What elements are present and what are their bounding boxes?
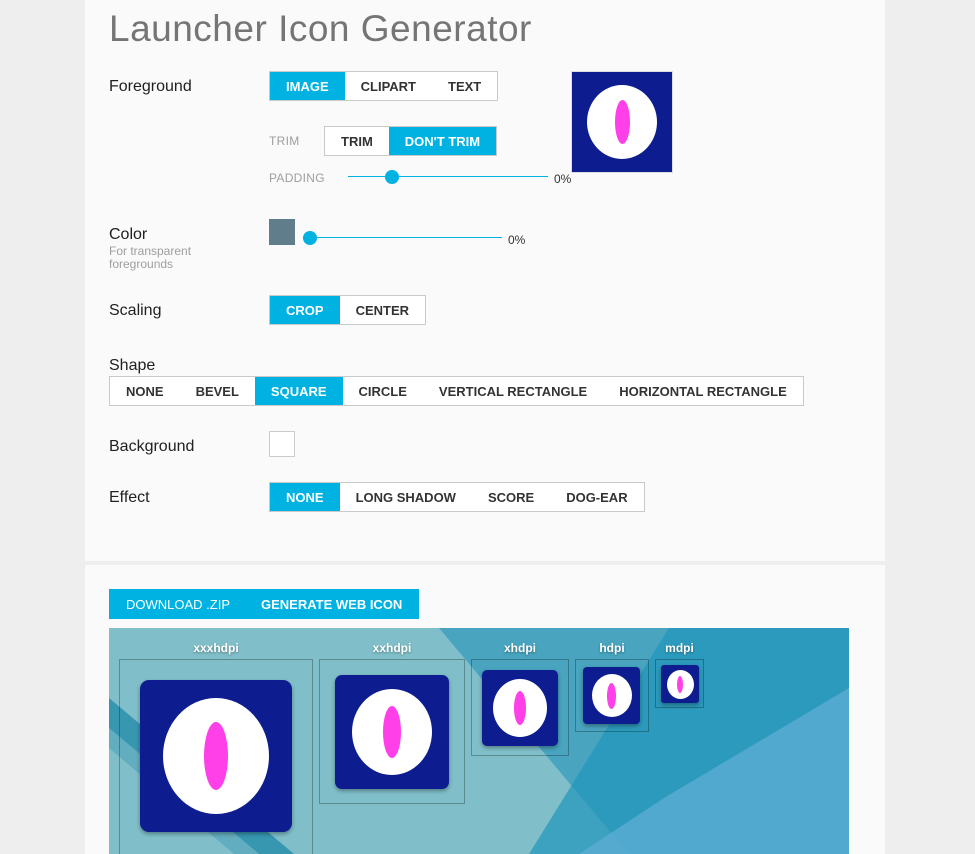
shape-square-button[interactable]: SQUARE [254, 377, 343, 405]
generate-web-icon-button[interactable]: GENERATE WEB ICON [244, 589, 420, 619]
effect-dog-ear-button[interactable]: DOG-EAR [550, 483, 643, 511]
shape-horizontal-rectangle-button[interactable]: HORIZONTAL RECTANGLE [603, 377, 803, 405]
output-card: DOWNLOAD .ZIP GENERATE WEB ICON xxxhdpi … [85, 565, 885, 854]
effect-long-shadow-button[interactable]: LONG SHADOW [340, 483, 472, 511]
density-label-hdpi: hdpi [599, 641, 625, 655]
crop-button[interactable]: CROP [270, 296, 340, 324]
color-sublabel: For transparent foregrounds [109, 244, 192, 271]
tab-clipart[interactable]: CLIPART [345, 72, 432, 100]
padding-value: 0% [554, 172, 572, 186]
icon-oval-xhdpi [493, 679, 547, 737]
shape-label: Shape [109, 357, 156, 374]
page-title: Launcher Icon Generator [109, 8, 532, 49]
icon-oval-inner-mdpi [677, 675, 683, 693]
launcher-icon-xxhdpi [335, 675, 449, 789]
color-swatch[interactable] [269, 219, 295, 245]
foreground-preview [571, 71, 673, 173]
preview-oval-inner [614, 100, 630, 144]
padding-slider-track [348, 176, 548, 177]
background-color-swatch[interactable] [269, 431, 295, 457]
effect-label: Effect [109, 489, 150, 506]
density-label-xhdpi: xhdpi [504, 641, 536, 655]
icon-oval-inner-xxhdpi [383, 706, 401, 758]
icon-oval-hdpi [591, 674, 632, 717]
launcher-icon-xhdpi [482, 670, 558, 746]
shape-toggle: NONE BEVEL SQUARE CIRCLE VERTICAL RECTAN… [109, 376, 804, 406]
icon-oval-mdpi [666, 669, 694, 699]
shape-vertical-rectangle-button[interactable]: VERTICAL RECTANGLE [423, 377, 603, 405]
effect-score-button[interactable]: SCORE [472, 483, 550, 511]
launcher-icon-hdpi [583, 667, 640, 724]
icon-oval-inner-hdpi [607, 682, 616, 709]
density-label-mdpi: mdpi [665, 641, 694, 655]
padding-slider-thumb[interactable] [385, 170, 400, 184]
trim-label: TRIM [269, 134, 300, 148]
settings-card: Launcher Icon Generator Foreground IMAGE… [85, 0, 885, 561]
padding-slider[interactable] [348, 170, 548, 184]
color-slider-thumb[interactable] [303, 231, 317, 245]
shape-none-button[interactable]: NONE [110, 377, 180, 405]
tab-image[interactable]: IMAGE [270, 72, 345, 100]
scaling-label: Scaling [109, 302, 162, 319]
color-alpha-slider[interactable] [303, 231, 502, 245]
shape-bevel-button[interactable]: BEVEL [180, 377, 255, 405]
scaling-toggle: CROP CENTER [269, 295, 427, 325]
color-value: 0% [508, 233, 526, 247]
foreground-label: Foreground [109, 78, 192, 95]
trim-toggle: TRIM DON'T TRIM [324, 126, 498, 156]
center-button[interactable]: CENTER [340, 296, 425, 324]
foreground-tabs: IMAGE CLIPART TEXT [269, 71, 499, 101]
icon-preview-area: xxxhdpi xxhdpi xhdpi hdpi mdpi [109, 628, 849, 854]
effect-none-button[interactable]: NONE [270, 483, 340, 511]
launcher-icon-xxxhdpi [140, 680, 292, 832]
trim-button[interactable]: TRIM [325, 127, 389, 155]
preview-oval-icon [587, 85, 657, 159]
color-label: Color [109, 226, 148, 243]
icon-oval-xxhdpi [352, 689, 432, 775]
shape-circle-button[interactable]: CIRCLE [343, 377, 423, 405]
launcher-icon-mdpi [661, 665, 699, 703]
dont-trim-button[interactable]: DON'T TRIM [388, 127, 497, 155]
icon-oval-xxxhdpi [163, 698, 269, 814]
background-label: Background [109, 438, 195, 455]
color-slider-track [303, 237, 502, 238]
icon-oval-inner-xhdpi [514, 691, 526, 725]
tab-text[interactable]: TEXT [432, 72, 497, 100]
download-zip-button[interactable]: DOWNLOAD .ZIP [109, 589, 248, 619]
effect-toggle: NONE LONG SHADOW SCORE DOG-EAR [269, 482, 645, 512]
icon-oval-inner-xxxhdpi [204, 722, 228, 790]
density-label-xxhdpi: xxhdpi [372, 641, 412, 655]
padding-label: PADDING [269, 171, 325, 185]
density-label-xxxhdpi: xxxhdpi [193, 641, 239, 655]
